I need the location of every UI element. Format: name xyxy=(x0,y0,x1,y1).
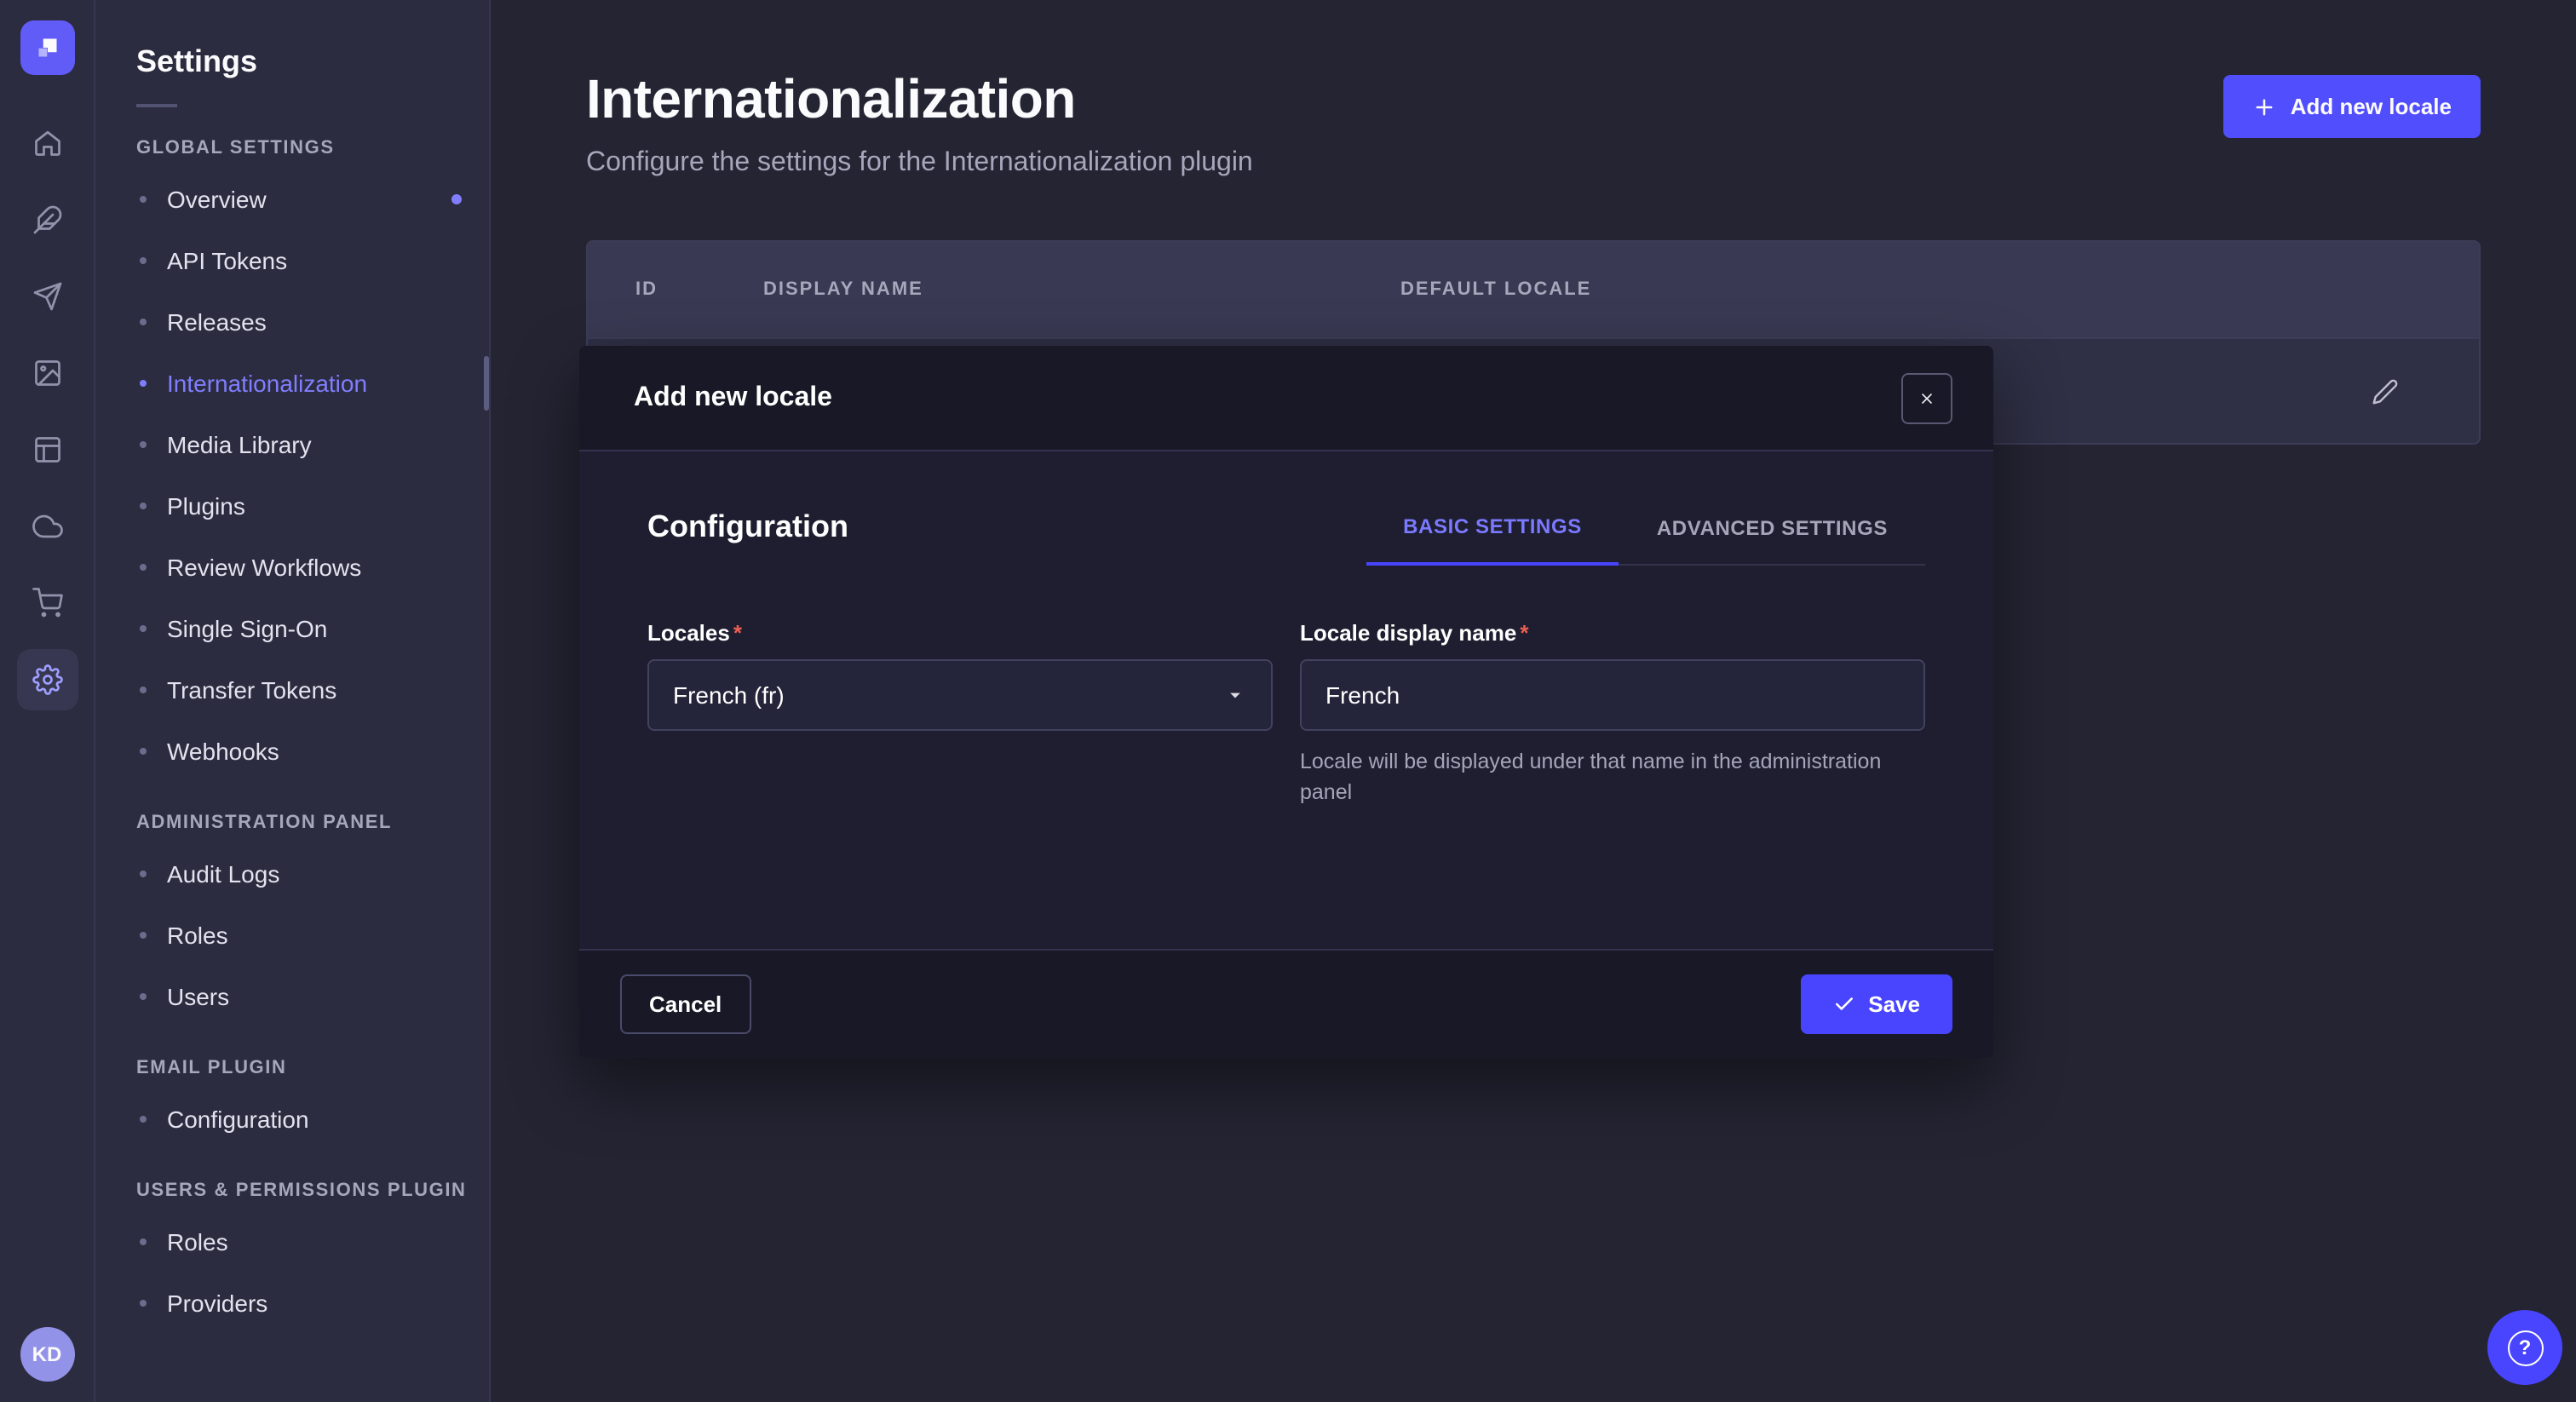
required-asterisk: * xyxy=(733,620,742,646)
modal-header: Add new locale xyxy=(579,346,1993,451)
locales-select[interactable]: French (fr) xyxy=(647,659,1273,731)
locale-display-name-input[interactable] xyxy=(1300,659,1925,731)
locales-label: Locales* xyxy=(647,620,1273,646)
question-mark-icon: ? xyxy=(2507,1330,2543,1365)
check-icon xyxy=(1832,993,1854,1015)
modal-title: Add new locale xyxy=(634,382,832,413)
display-name-label: Locale display name* xyxy=(1300,620,1925,646)
required-asterisk: * xyxy=(1520,620,1528,646)
settings-tabs: BASIC SETTINGS ADVANCED SETTINGS xyxy=(1366,514,1925,566)
save-button[interactable]: Save xyxy=(1800,974,1952,1034)
tab-basic-settings[interactable]: BASIC SETTINGS xyxy=(1366,514,1619,566)
app-root: KD Settings GLOBAL SETTINGS Overview API… xyxy=(0,0,2576,1402)
save-button-label: Save xyxy=(1868,991,1920,1017)
display-name-field: Locale display name* Locale will be disp… xyxy=(1300,620,1925,807)
locales-select-value: French (fr) xyxy=(673,681,785,709)
modal-body: Configuration BASIC SETTINGS ADVANCED SE… xyxy=(579,451,1993,949)
close-icon xyxy=(1918,389,1935,406)
tab-advanced-settings[interactable]: ADVANCED SETTINGS xyxy=(1619,516,1925,564)
modal-footer: Cancel Save xyxy=(579,949,1993,1058)
modal-close-button[interactable] xyxy=(1901,372,1952,423)
configuration-heading: Configuration xyxy=(647,509,848,566)
add-locale-modal: Add new locale Configuration BASIC SETTI… xyxy=(579,346,1993,1058)
display-name-hint: Locale will be displayed under that name… xyxy=(1300,748,1925,807)
locales-field: Locales* French (fr) xyxy=(647,620,1273,807)
help-button[interactable]: ? xyxy=(2487,1310,2562,1385)
cancel-button[interactable]: Cancel xyxy=(620,974,750,1034)
chevron-down-icon xyxy=(1223,683,1247,707)
